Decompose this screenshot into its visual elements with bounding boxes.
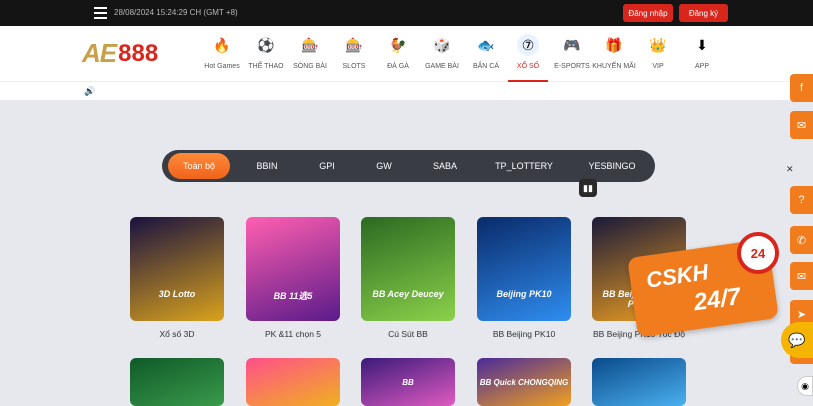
nav-item-10[interactable]: 🎁 KHUYẾN MÃI: [592, 34, 636, 80]
help-icon[interactable]: ?: [790, 186, 813, 214]
lottery-ball-icon: ⑦: [517, 34, 539, 56]
fish-icon: 🐟: [475, 34, 497, 56]
provider-filter-tabs: Toàn bộ BBIN GPI GW SABA TP_LOTTERY YESBINGO: [162, 150, 655, 182]
nav-item-8[interactable]: ⑦ XỔ SỐ: [506, 34, 550, 82]
phone-icon[interactable]: ✆: [790, 226, 813, 254]
game-art-label: BB 11选5: [273, 291, 313, 301]
game-title[interactable]: Cú Sút BB: [348, 329, 468, 339]
nav-item-11[interactable]: 👑 VIP: [636, 34, 680, 80]
collapse-toggle-icon[interactable]: ▮▮: [579, 179, 597, 197]
site-logo[interactable]: AE 888: [82, 38, 158, 69]
dice-cards-icon: 🎲: [431, 34, 453, 56]
soccer-ball-icon: ⚽: [255, 34, 277, 56]
email-icon[interactable]: ✉: [790, 262, 813, 290]
nav-item-12[interactable]: ⬇ APP: [680, 34, 724, 80]
tab-gw[interactable]: GW: [362, 153, 406, 179]
nav-item-4[interactable]: 🎰 SLOTS: [332, 34, 376, 80]
game-art-label: BB Acey Deucey: [372, 289, 444, 299]
game-art-label: BB: [402, 378, 414, 387]
game-title[interactable]: BB Beijing PK10: [464, 329, 584, 339]
game-card[interactable]: [592, 358, 686, 406]
game-card[interactable]: [246, 358, 340, 406]
logo-number-text: 888: [118, 39, 159, 67]
tab-to-n-b-[interactable]: Toàn bộ: [168, 153, 230, 179]
nav-label: XỔ SỐ: [516, 63, 540, 70]
live-chat-icon[interactable]: 💬: [781, 322, 813, 358]
crown-icon: 👑: [647, 34, 669, 56]
tab-gpi[interactable]: GPI: [302, 153, 352, 179]
game-title[interactable]: PK &11 chọn 5: [233, 329, 353, 339]
close-icon[interactable]: ✕: [786, 164, 794, 175]
game-card[interactable]: 3D Lotto: [130, 217, 224, 321]
nav-label: SLOTS: [342, 63, 366, 70]
nav-item-7[interactable]: 🐟 BẮN CÁ: [464, 34, 508, 80]
nav-item-9[interactable]: 🎮 E-SPORTS: [550, 34, 594, 80]
nav-label: E-SPORTS: [554, 63, 590, 70]
gamepad-icon: 🎮: [561, 34, 583, 56]
top-bar: 28/08/2024 15:24:29 CH (GMT +8) Đăng nhậ…: [0, 0, 813, 26]
nav-item-5[interactable]: 🐓 ĐÁ GÀ: [376, 34, 420, 80]
nav-label: APP: [694, 63, 709, 70]
tab-saba[interactable]: SABA: [420, 153, 470, 179]
game-art-label: 3D Lotto: [158, 289, 196, 299]
nav-label: GAME BÀI: [425, 63, 459, 70]
nav-item-3[interactable]: 🎰 SÒNG BÀI: [288, 34, 332, 80]
game-card[interactable]: BB Acey Deucey: [361, 217, 455, 321]
server-datetime: 28/08/2024 15:24:29 CH (GMT +8): [114, 8, 238, 17]
nav-label: THỂ THAO: [248, 63, 284, 70]
nav-item-6[interactable]: 🎲 GAME BÀI: [420, 34, 464, 80]
messenger-icon[interactable]: ✉: [790, 111, 813, 139]
fire-icon: 🔥: [211, 34, 233, 56]
tab-tp-lottery[interactable]: TP_LOTTERY: [484, 153, 564, 179]
tab-yesbingo[interactable]: YESBINGO: [572, 153, 652, 179]
speaker-icon: 🔊: [84, 86, 96, 96]
support-clock-icon: 24: [737, 232, 779, 274]
logo-ae-text: AE: [82, 38, 117, 68]
announcement-bar: 🔊: [0, 82, 813, 100]
browser-icon[interactable]: ◉: [797, 376, 813, 396]
game-title[interactable]: Xổ số 3D: [117, 329, 237, 339]
nav-label: VIP: [652, 63, 664, 70]
download-icon: ⬇: [691, 34, 713, 56]
main-header: AE 888 🔥 Hot Games ⚽ THỂ THAO 🎰 SÒNG BÀI 🎰 SLOT…: [0, 26, 813, 82]
tab-bbin[interactable]: BBIN: [242, 153, 292, 179]
nav-label: BẮN CÁ: [472, 63, 500, 70]
facebook-icon[interactable]: f: [790, 74, 813, 102]
support-hours: 24/7: [692, 283, 743, 317]
game-card[interactable]: BB 11选5: [246, 217, 340, 321]
game-art-label: Beijing PK10: [496, 289, 552, 299]
register-button[interactable]: Đăng ký: [679, 4, 728, 22]
rooster-icon: 🐓: [387, 34, 409, 56]
game-art-label: BB Quick CHONGQING: [479, 378, 569, 387]
gift-icon: 🎁: [603, 34, 625, 56]
game-card[interactable]: BB: [361, 358, 455, 406]
game-card[interactable]: BB Quick CHONGQING: [477, 358, 571, 406]
login-button[interactable]: Đăng nhập: [623, 4, 673, 22]
nav-label: ĐÁ GÀ: [387, 63, 409, 70]
nav-label: SÒNG BÀI: [293, 63, 327, 70]
nav-label: KHUYẾN MÃI: [592, 63, 636, 70]
game-card[interactable]: Beijing PK10: [477, 217, 571, 321]
casino-dealer-icon: 🎰: [299, 34, 321, 56]
menu-icon[interactable]: [94, 7, 107, 19]
game-card[interactable]: [130, 358, 224, 406]
nav-item-1[interactable]: 🔥 Hot Games: [200, 34, 244, 80]
nav-item-2[interactable]: ⚽ THỂ THAO: [244, 34, 288, 80]
slot-machine-icon: 🎰: [343, 34, 365, 56]
nav-label: Hot Games: [204, 63, 240, 70]
